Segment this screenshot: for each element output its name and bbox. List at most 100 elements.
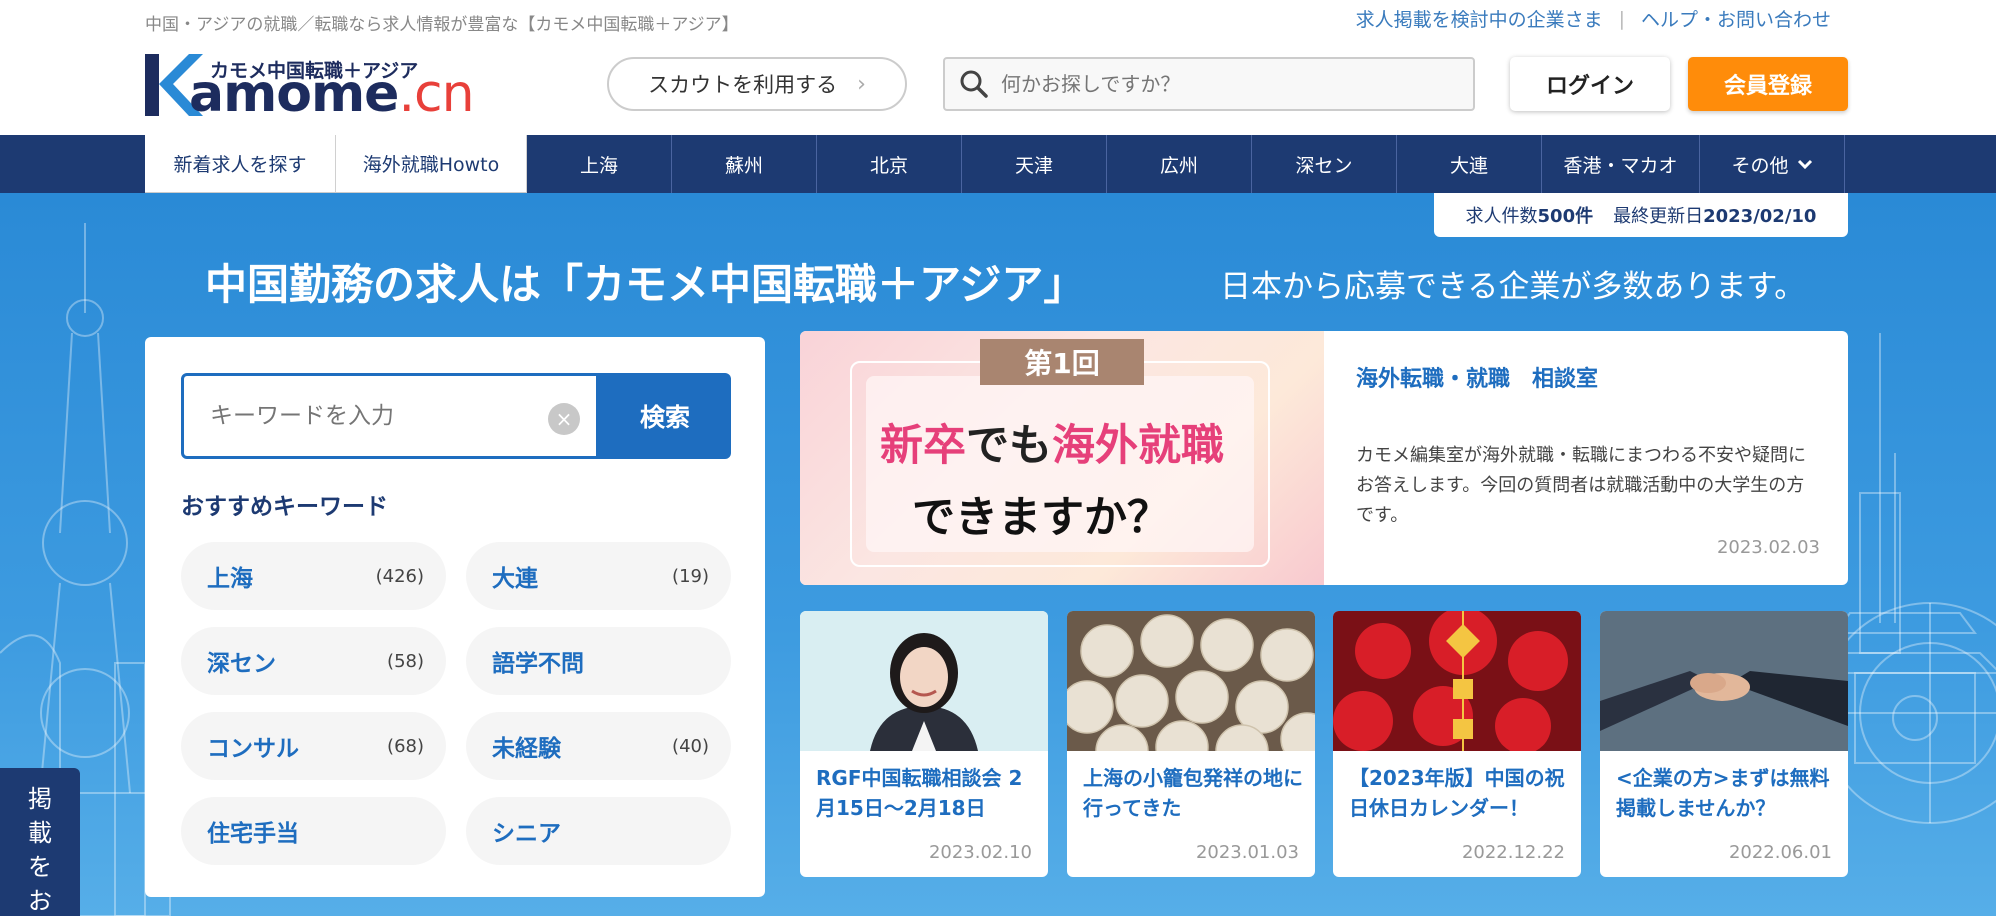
keyword-chip-dalian[interactable]: 大連 (19) [466,542,731,610]
last-updated-value: 2023/02/10 [1703,206,1817,227]
site-tagline: 中国・アジアの就職／転職なら求人情報が豊富な【カモメ中国転職＋アジア】 [145,15,739,35]
feature-headline-part: でも [966,421,1052,471]
scout-button[interactable]: スカウトを利用する › [607,57,907,111]
handshake-image [1600,611,1848,751]
feature-episode-badge: 第1回 [980,339,1144,385]
chevron-down-icon [1797,159,1812,170]
site-search[interactable] [943,57,1475,111]
main-nav-items: 新着求人を探す 海外就職Howto 上海 蘇州 北京 天津 広州 深セン 大連 … [145,135,1845,193]
keyword-chip-name: シニア [492,821,561,847]
site-logo[interactable]: カモメ中国転職＋アジア amome.cn [145,50,505,124]
link-for-companies[interactable]: 求人掲載を検討中の企業さま [1356,5,1603,32]
side-tab-char: 掲 [28,785,52,813]
recommended-keywords-title: おすすめキーワード [181,494,388,520]
keyword-input-wrap[interactable]: × [181,373,599,459]
article-card-free-listing[interactable]: <企業の方>まずは無料掲載しませんか？ 2022.06.01 [1600,611,1848,877]
dumplings-image [1067,611,1315,751]
site-header: 中国・アジアの就職／転職なら求人情報が豊富な【カモメ中国転職＋アジア】 求人掲載… [0,0,1996,135]
nav-shenzhen[interactable]: 深セン [1252,135,1397,193]
nav-beijing[interactable]: 北京 [817,135,962,193]
keyword-chip-count: (68) [387,735,424,757]
keyword-chip-name: コンサル [207,736,299,762]
link-separator: | [1618,7,1625,30]
nav-shanghai[interactable]: 上海 [527,135,672,193]
nav-howto[interactable]: 海外就職Howto [336,135,527,193]
feature-headline-part: 海外就職 [1052,421,1224,471]
keyword-chip-inexperienced[interactable]: 未経験 (40) [466,712,731,780]
login-button[interactable]: ログイン [1510,57,1670,111]
recommended-keywords-grid: 上海 (426) 大連 (19) 深セン (58) 語学不問 コンサル (68) 未経験… [181,542,731,865]
woman-portrait-image [800,611,1048,751]
article-card-date: 2022.06.01 [1728,842,1832,863]
feature-article-image: 第1回 新卒でも海外就職 できますか？ [800,331,1324,585]
register-button[interactable]: 会員登録 [1688,57,1848,111]
keyword-chip-count: (58) [387,650,424,672]
keyword-chip-housing-allowance[interactable]: 住宅手当 [181,797,446,865]
feature-headline-line2: できますか？ [912,493,1170,543]
job-count: 求人件数500件 [1466,202,1594,228]
article-card-date: 2022.12.22 [1461,842,1565,863]
hero-subtitle: 日本から応募できる企業が多数あります。 [1220,269,1806,305]
nav-other[interactable]: その他 [1700,135,1845,193]
listing-side-tab[interactable]: 掲 載 を お 考 [0,768,80,916]
article-card-title: <企業の方>まずは無料掲載しませんか？ [1616,766,1830,820]
keyword-chip-count: (19) [672,565,709,587]
keyword-chip-shanghai[interactable]: 上海 (426) [181,542,446,610]
scout-button-label: スカウトを利用する [648,73,838,97]
main-nav: 新着求人を探す 海外就職Howto 上海 蘇州 北京 天津 広州 深セン 大連 … [0,135,1996,193]
article-card-date: 2023.01.03 [1195,842,1299,863]
nav-dalian[interactable]: 大連 [1397,135,1542,193]
keyword-search-button[interactable]: 検索 [599,373,731,459]
keyword-search-panel: × 検索 おすすめキーワード 上海 (426) 大連 (19) 深セン (58) 語学… [145,337,765,897]
logo-wordmark-dot: . [398,64,415,124]
keyword-chip-name: 深セン [207,651,276,677]
last-updated: 最終更新日2023/02/10 [1613,202,1816,228]
keyword-chip-name: 未経験 [492,736,561,762]
logo-wordmark: amome.cn [189,64,475,124]
keyword-chip-no-language[interactable]: 語学不問 [466,627,731,695]
top-links: 求人掲載を検討中の企業さま | ヘルプ・お問い合わせ [1356,5,1831,32]
search-icon [960,70,988,98]
keyword-chip-name: 住宅手当 [207,821,299,847]
nav-guangzhou[interactable]: 広州 [1107,135,1252,193]
keyword-chip-shenzhen[interactable]: 深セン (58) [181,627,446,695]
side-tab-char: を [28,853,52,881]
nav-new-jobs[interactable]: 新着求人を探す [145,135,336,193]
last-updated-label: 最終更新日 [1613,206,1704,227]
keyword-chip-name: 語学不問 [492,651,584,677]
feature-article-card[interactable]: 第1回 新卒でも海外就職 できますか？ 海外転職・就職 相談室 カモメ編集室が海… [800,331,1848,585]
feature-article-description: カモメ編集室が海外就職・転職にまつわる不安や疑問にお答えします。今回の質問者は就… [1356,445,1806,526]
keyword-chip-senior[interactable]: シニア [466,797,731,865]
side-tab-char: お [28,887,52,915]
article-card-holiday-calendar[interactable]: 【2023年版】中国の祝日休日カレンダー！ 2022.12.22 [1333,611,1581,877]
chevron-right-icon: › [857,71,866,97]
keyword-chip-name: 上海 [207,566,253,592]
nav-other-label: その他 [1731,154,1789,177]
keyword-input[interactable] [210,403,530,429]
link-help-contact[interactable]: ヘルプ・お問い合わせ [1641,5,1831,32]
keyword-chip-consulting[interactable]: コンサル (68) [181,712,446,780]
hero-section: 求人件数500件 最終更新日2023/02/10 中国勤務の求人は「カモメ中国転… [0,193,1996,916]
feature-headline-line1: 新卒でも海外就職 [880,411,1224,473]
side-tab-char: 載 [28,819,52,847]
job-count-label: 求人件数 [1465,206,1538,227]
keyword-search-form: × 検索 [181,373,731,459]
keyword-chip-count: (426) [375,565,424,587]
clear-icon[interactable]: × [548,403,580,435]
article-card-title: RGF中国転職相談会 2月15日～2月18日 [816,766,1023,820]
article-card-consultation[interactable]: RGF中国転職相談会 2月15日～2月18日 2023.02.10 [800,611,1048,877]
keyword-chip-name: 大連 [492,566,538,592]
nav-hongkong-macau[interactable]: 香港・マカオ [1542,135,1700,193]
feature-headline-part: 新卒 [880,421,966,471]
nav-suzhou[interactable]: 蘇州 [672,135,817,193]
feature-article-date: 2023.02.03 [1716,537,1820,558]
article-card-date: 2023.02.10 [928,842,1032,863]
job-count-value: 500件 [1537,206,1594,227]
feature-article-title[interactable]: 海外転職・就職 相談室 [1356,361,1598,393]
logo-wordmark-cn: cn [413,64,475,124]
job-stats-bar: 求人件数500件 最終更新日2023/02/10 [1434,193,1848,237]
site-search-input[interactable] [1001,72,1441,96]
nav-tianjin[interactable]: 天津 [962,135,1107,193]
hero-title: 中国勤務の求人は「カモメ中国転職＋アジア」 [205,260,1086,309]
article-card-xiaolongbao[interactable]: 上海の小籠包発祥の地に行ってきた 2023.01.03 [1067,611,1315,877]
